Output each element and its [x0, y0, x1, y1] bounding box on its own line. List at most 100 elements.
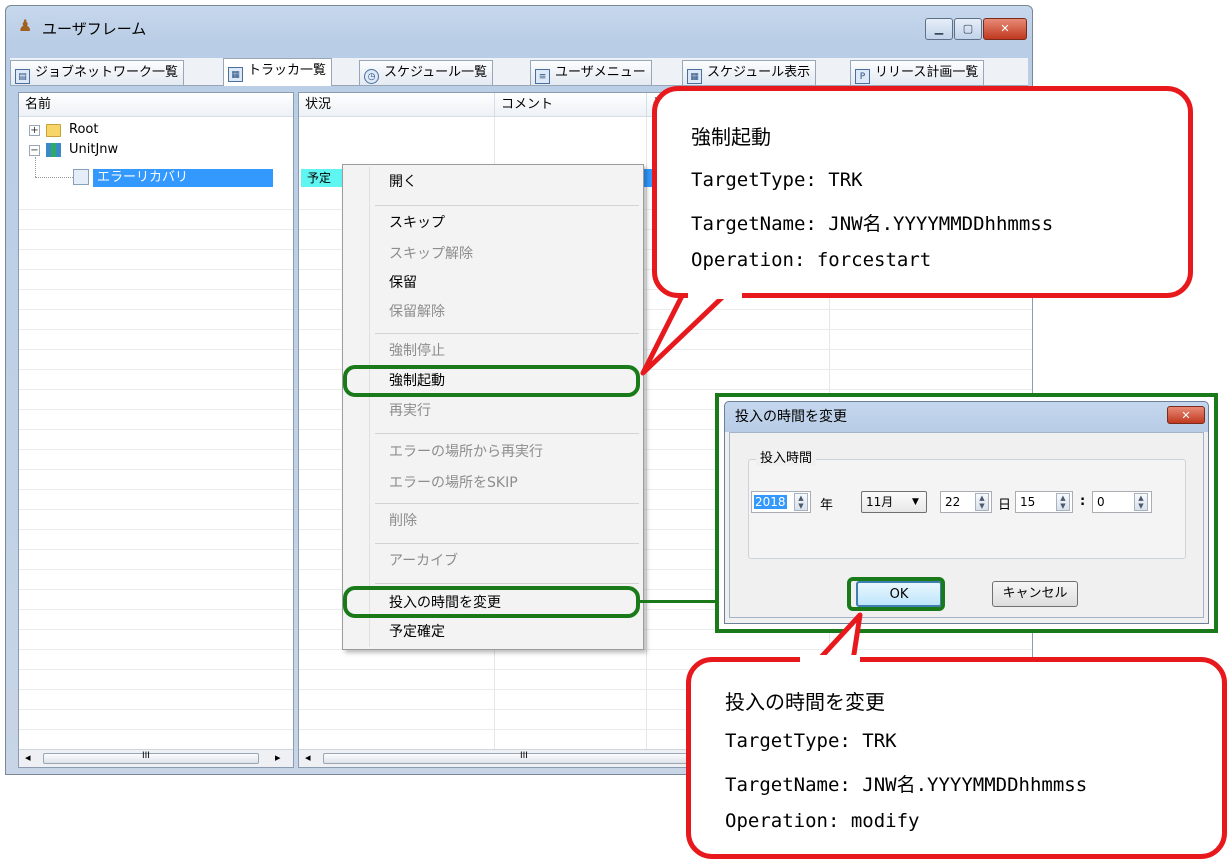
- menu-item-unskip[interactable]: スキップ解除: [389, 241, 473, 267]
- time-separator: :: [1080, 494, 1086, 509]
- day-unit: 日: [998, 498, 1012, 513]
- menu-separator: [375, 205, 639, 206]
- cancel-button[interactable]: キャンセル: [992, 581, 1078, 607]
- month-select[interactable]: 11月 ▼: [861, 491, 927, 513]
- minute-spinner[interactable]: ▲ ▼: [1134, 493, 1148, 511]
- menu-separator: [375, 333, 639, 334]
- menu-item-delete[interactable]: 削除: [389, 508, 417, 534]
- tab-tracker-list[interactable]: ▦ トラッカ一覧: [223, 58, 333, 86]
- year-value: 2018: [754, 495, 787, 509]
- tab-schedule-list[interactable]: ◷ スケジュール一覧: [359, 60, 494, 85]
- dialog-body: 投入時間 2018 ▲ ▼ 年 11月 ▼ 22 ▲ ▼ 日 15 ▲ ▼ : 0 ▲…: [729, 432, 1204, 618]
- tab-label: ユーザメニュー: [555, 65, 646, 80]
- tab-jobnetwork-list[interactable]: ▤ ジョブネットワーク一覧: [10, 60, 185, 85]
- tab-label: リリース計画一覧: [875, 65, 979, 80]
- tab-user-menu[interactable]: ≡ ユーザメニュー: [530, 60, 652, 85]
- callout-operation: Operation: forcestart: [691, 249, 932, 271]
- hour-spinner[interactable]: ▲ ▼: [1056, 493, 1070, 511]
- menu-item-archive[interactable]: アーカイブ: [389, 548, 458, 574]
- pointer-join: [688, 291, 742, 299]
- tree-connector: [35, 157, 36, 177]
- menu-item-rerun-from-error[interactable]: エラーの場所から再実行: [389, 439, 543, 465]
- dialog-close-button[interactable]: ✕: [1167, 406, 1205, 424]
- collapse-toggle[interactable]: −: [29, 145, 40, 156]
- highlight-force-start: [343, 365, 640, 397]
- clock-icon: ◷: [364, 69, 379, 84]
- change-submit-time-dialog: 投入の時間を変更 ✕ 投入時間 2018 ▲ ▼ 年 11月 ▼ 22 ▲ ▼ 日 …: [724, 401, 1209, 624]
- title-bar[interactable]: ♟ ユーザフレーム ▁ ▢ ✕: [6, 6, 1032, 50]
- scroll-grip: III: [520, 751, 528, 761]
- menu-separator: [375, 583, 639, 584]
- day-value: 22: [945, 495, 961, 509]
- tree-item-error-recovery[interactable]: エラーリカバリ: [93, 169, 273, 187]
- menu-separator: [375, 433, 639, 434]
- window-title: ユーザフレーム: [42, 20, 147, 38]
- list-icon: ▤: [15, 69, 30, 84]
- scroll-thumb[interactable]: III: [43, 751, 259, 764]
- tree-item-root[interactable]: Root: [69, 121, 98, 139]
- year-spinner[interactable]: ▲ ▼: [794, 493, 808, 511]
- callout-title: 強制起動: [691, 125, 771, 149]
- menu-separator: [375, 543, 639, 544]
- tab-label: スケジュール一覧: [384, 65, 488, 80]
- close-button[interactable]: ✕: [983, 18, 1027, 40]
- scroll-thumb[interactable]: III: [323, 751, 743, 764]
- callout-pointer: [640, 287, 733, 376]
- minimize-button[interactable]: ▁: [925, 18, 953, 40]
- column-header-comment[interactable]: コメント: [494, 93, 646, 117]
- tab-bar: ▤ ジョブネットワーク一覧 ▦ トラッカ一覧 ◷ スケジュール一覧 ≡ ユーザメニュー …: [10, 58, 1028, 86]
- highlight-ok-button: [847, 577, 945, 611]
- menu-item-skip[interactable]: スキップ: [389, 210, 445, 236]
- highlight-change-submit-time: [343, 586, 640, 618]
- menu-item-open[interactable]: 開く: [389, 169, 417, 195]
- callout-target-type: TargetType: TRK: [691, 169, 863, 191]
- tab-label: スケジュール表示: [707, 65, 811, 80]
- folder-icon: [46, 124, 61, 137]
- menu-separator: [375, 503, 639, 504]
- release-icon: P: [855, 69, 870, 84]
- callout-target-name: TargetName: JNW名.YYYYMMDDhhmmss: [725, 774, 1088, 796]
- minute-value: 0: [1097, 495, 1105, 509]
- hour-value: 15: [1020, 495, 1036, 509]
- menu-item-hold[interactable]: 保留: [389, 270, 417, 296]
- scroll-left-arrow[interactable]: ◂: [305, 751, 311, 764]
- year-unit: 年: [820, 498, 834, 513]
- calendar-icon: ▦: [687, 69, 702, 84]
- menu-item-skip-error[interactable]: エラーの場所をSKIP: [389, 470, 518, 496]
- tree-header-name[interactable]: 名前: [19, 93, 293, 117]
- tree-item-unitjnw[interactable]: UnitJnw: [69, 141, 118, 159]
- callout-target-name: TargetName: JNW名.YYYYMMDDhhmmss: [691, 213, 1054, 235]
- leader-line: [640, 600, 718, 603]
- column-header-status[interactable]: 状況: [299, 93, 494, 117]
- group-label: 投入時間: [756, 447, 817, 466]
- dialog-title: 投入の時間を変更: [735, 409, 847, 425]
- menu-item-force-stop[interactable]: 強制停止: [389, 338, 445, 364]
- tab-label: ジョブネットワーク一覧: [35, 65, 179, 80]
- tab-label: トラッカ一覧: [248, 63, 327, 78]
- day-spinner[interactable]: ▲ ▼: [975, 493, 989, 511]
- month-value: 11月: [866, 495, 894, 509]
- menu-item-confirm-schedule[interactable]: 予定確定: [389, 619, 445, 645]
- scroll-left-arrow[interactable]: ◂: [25, 751, 31, 764]
- scroll-grip: III: [142, 751, 150, 761]
- jobnetwork-icon: [46, 143, 61, 157]
- user-icon: ♟: [18, 16, 33, 35]
- pointer-join: [800, 655, 860, 663]
- callout-target-type: TargetType: TRK: [725, 730, 897, 752]
- scroll-right-arrow[interactable]: ▸: [275, 751, 281, 764]
- expand-toggle[interactable]: +: [29, 125, 40, 136]
- context-menu: 開く スキップ スキップ解除 保留 保留解除 強制停止 強制起動 再実行 エラー…: [342, 164, 644, 650]
- maximize-button[interactable]: ▢: [954, 18, 982, 40]
- callout-operation: Operation: modify: [725, 810, 920, 832]
- tree-horizontal-scrollbar[interactable]: ◂ III ▸: [19, 749, 293, 767]
- tracker-icon: ▦: [228, 67, 243, 82]
- tab-release-plan-list[interactable]: P リリース計画一覧: [850, 60, 985, 85]
- menu-item-rerun[interactable]: 再実行: [389, 398, 431, 424]
- menu-item-release-hold[interactable]: 保留解除: [389, 299, 445, 325]
- callout-title: 投入の時間を変更: [725, 690, 885, 714]
- tree-pane: 名前 + Root − UnitJnw エラーリカバリ ◂ III ▸: [18, 92, 294, 768]
- callout-change-submit-time: 投入の時間を変更 TargetType: TRK TargetName: JNW…: [686, 657, 1227, 859]
- tree-connector: [35, 177, 73, 178]
- tab-schedule-view[interactable]: ▦ スケジュール表示: [682, 60, 817, 85]
- callout-force-start: 強制起動 TargetType: TRK TargetName: JNW名.YY…: [652, 86, 1193, 298]
